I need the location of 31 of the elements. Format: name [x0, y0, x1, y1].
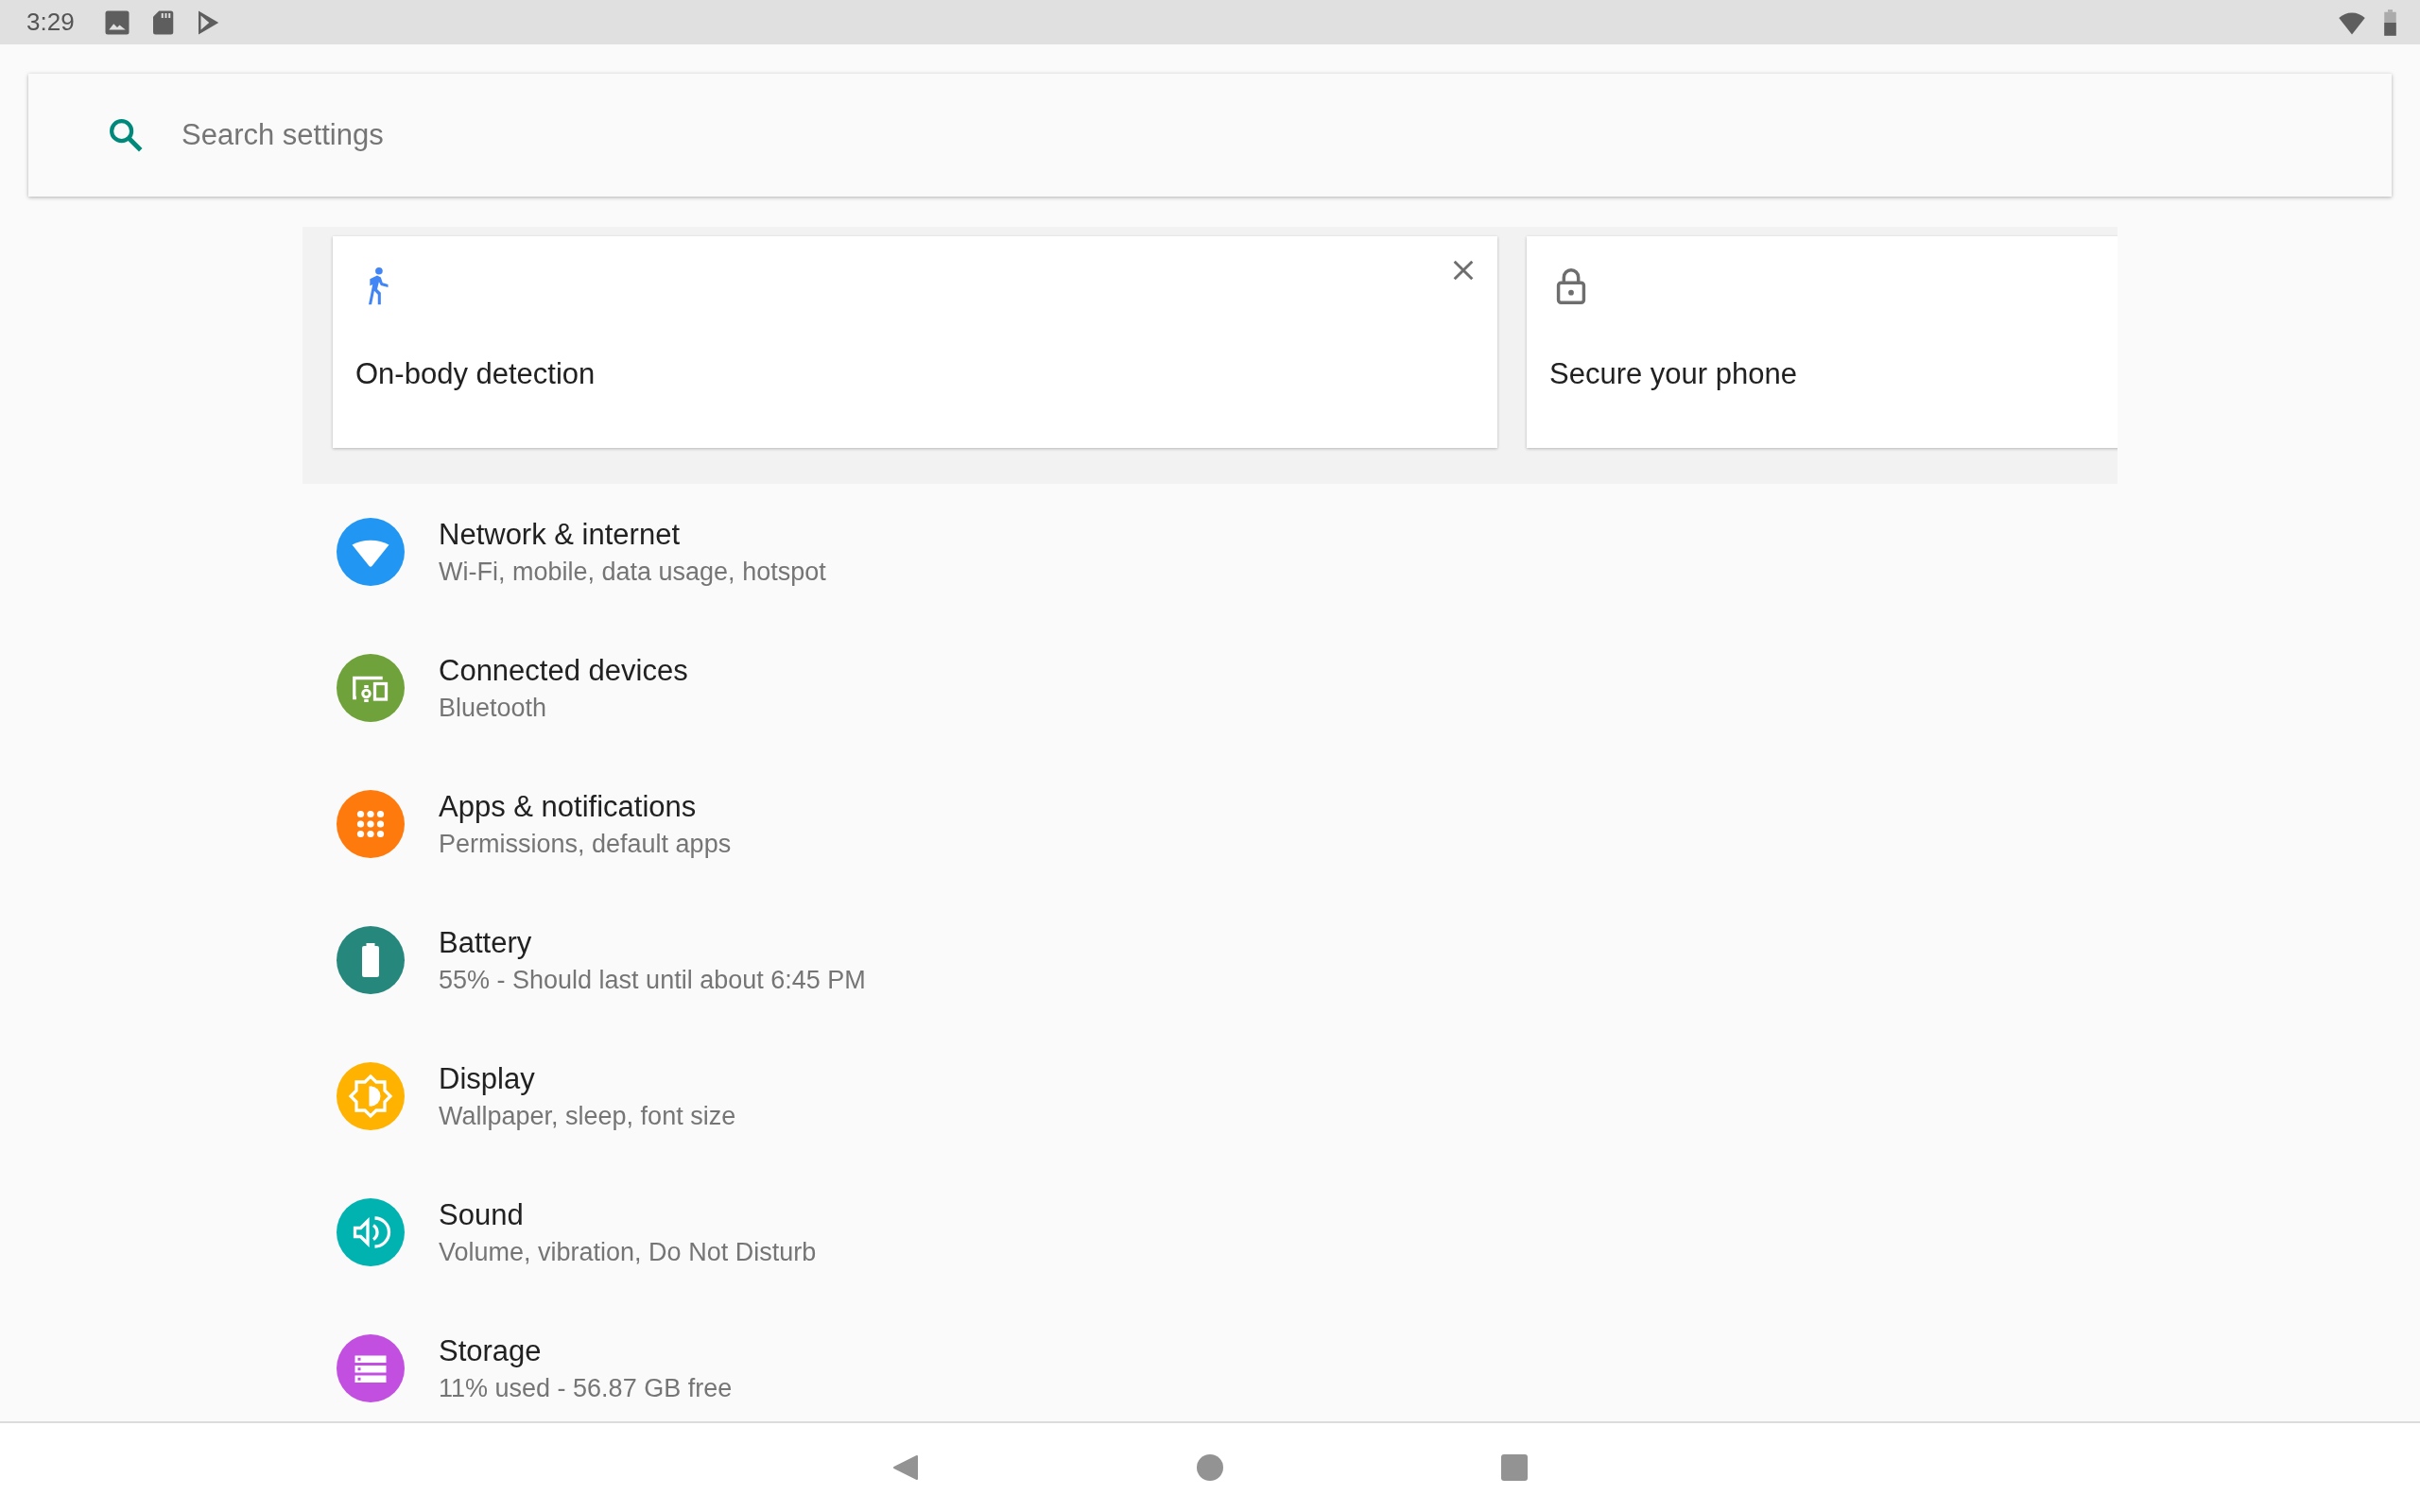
settings-item[interactable]: Storage 11% used - 56.87 GB free [337, 1300, 2420, 1421]
item-summary: Bluetooth [439, 693, 548, 723]
settings-item[interactable]: Network & internet Wi-Fi, mobile, data usage, hotspot [337, 484, 2420, 620]
item-summary: Wallpaper, sleep, font size [439, 1101, 736, 1131]
back-icon[interactable] [891, 1453, 920, 1482]
item-title: Apps & notifications [439, 789, 698, 824]
suggestion-card[interactable]: On-body detection [333, 236, 1497, 448]
item-title: Display [439, 1061, 536, 1096]
home-icon[interactable] [1196, 1453, 1224, 1482]
item-summary: 11% used - 56.87 GB free [439, 1373, 733, 1403]
item-title: Storage [439, 1333, 543, 1368]
recents-icon[interactable] [1500, 1453, 1529, 1482]
suggestion-card[interactable]: Secure your phone [1527, 236, 2118, 448]
settings-item[interactable]: Sound Volume, vibration, Do Not Disturb [337, 1164, 2420, 1300]
item-title: Network & internet [439, 517, 681, 552]
settings-item[interactable]: Display Wallpaper, sleep, font size [337, 1028, 2420, 1164]
card-title: Secure your phone [1549, 357, 1798, 391]
settings-item[interactable]: Apps & notifications Permissions, default apps [337, 756, 2420, 892]
clock: 3:29 [26, 8, 75, 37]
item-summary: Permissions, default apps [439, 829, 732, 859]
settings-item[interactable]: Battery 55% - Should last until about 6:45 PM [337, 892, 2420, 1028]
item-summary: Volume, vibration, Do Not Disturb [439, 1237, 817, 1267]
item-title: Sound [439, 1197, 525, 1232]
card-title: On-body detection [355, 357, 596, 391]
search-field[interactable]: Search settings [182, 118, 938, 152]
settings-item[interactable]: Connected devices Bluetooth [337, 620, 2420, 756]
item-title: Connected devices [439, 653, 688, 688]
item-summary: 55% - Should last until about 6:45 PM [439, 965, 866, 995]
battery-icon [2383, 8, 2397, 37]
item-title: Battery [439, 925, 533, 960]
item-summary: Wi-Fi, mobile, data usage, hotspot [439, 557, 826, 587]
